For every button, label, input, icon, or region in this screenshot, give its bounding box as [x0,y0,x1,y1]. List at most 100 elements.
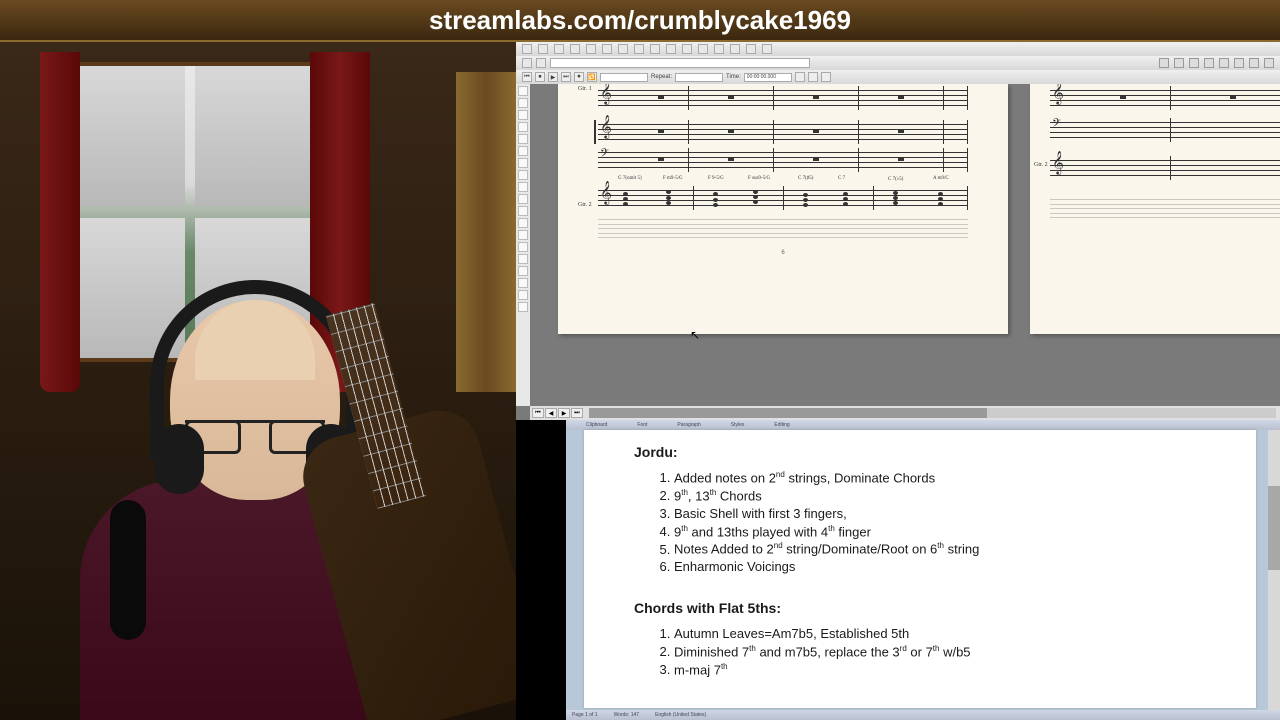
tool-button[interactable] [538,44,548,54]
rest-button[interactable] [518,146,528,156]
ribbon-tab[interactable]: Clipboard [586,422,607,428]
tool-button[interactable] [730,44,740,54]
chord-notes[interactable] [803,190,811,206]
word-processor: Clipboard Font Paragraph Styles Editing … [566,420,1280,720]
dynamic-button[interactable] [518,242,528,252]
click-button[interactable] [808,72,818,82]
half-note-button[interactable] [518,98,528,108]
staff-bass[interactable]: 𝄢 [1050,118,1280,142]
tool-button[interactable] [570,44,580,54]
chord-notes[interactable] [893,190,901,206]
tool-button[interactable] [634,44,644,54]
search-input[interactable] [550,58,810,68]
document-page[interactable]: Jordu: Added notes on 2nd strings, Domin… [584,430,1256,708]
whole-note-button[interactable] [518,86,528,96]
tool-button[interactable] [586,44,596,54]
tool-button[interactable] [714,44,724,54]
chord-notes[interactable] [938,190,946,206]
symbol-button[interactable] [518,266,528,276]
tool-button[interactable] [746,44,756,54]
streamer [50,260,470,720]
scroll-thumb[interactable] [1268,486,1280,570]
score-viewport[interactable]: Gtr. 1 Gtr. 2 𝄞 [530,84,1280,406]
tuplet-button[interactable] [518,218,528,228]
articulation-button[interactable] [518,230,528,240]
scroll-thumb[interactable] [589,408,987,418]
loop-button[interactable]: 🔁 [587,72,597,82]
eighth-note-button[interactable] [518,122,528,132]
record-button[interactable]: ⏺ [574,72,584,82]
ribbon-tab[interactable]: Paragraph [677,422,700,428]
dot-button[interactable] [518,206,528,216]
stop-button[interactable]: ⏹ [535,72,545,82]
score-page-1[interactable]: Gtr. 1 Gtr. 2 𝄞 [558,84,1008,334]
flat-button[interactable] [518,170,528,180]
playback-toolbar: ⏮ ⏹ ▶ ⏭ ⏺ 🔁 Repeat: Time: 00:00:00.000 [516,70,1280,84]
staff-treble[interactable]: 𝄞 [1050,156,1280,180]
tool-icon[interactable] [1219,58,1229,68]
staff-treble[interactable]: 𝄞 [1050,86,1280,110]
tool-icon[interactable] [1234,58,1244,68]
mixer-button[interactable] [821,72,831,82]
tab-staff[interactable] [1050,198,1280,222]
list-item: 9th and 13ths played with 4th finger [674,524,1206,541]
forward-button[interactable]: ⏭ [561,72,571,82]
tool-icon[interactable] [1189,58,1199,68]
list-item: 9th, 13th Chords [674,488,1206,505]
last-page-button[interactable]: ⏭ [571,408,583,418]
next-page-button[interactable]: ▶ [558,408,570,418]
staff-chords[interactable]: 𝄞 G 7(omit 5) F m9-5/G F 9-5/G F sus9-5/… [598,186,968,210]
prev-page-button[interactable]: ◀ [545,408,557,418]
tool-button[interactable] [682,44,692,54]
tempo-field[interactable] [600,73,648,82]
tool-button[interactable] [602,44,612,54]
staff-treble[interactable]: 𝄞 [598,120,968,144]
chord-notes[interactable] [713,190,721,206]
tool-button[interactable] [554,44,564,54]
tool-button[interactable] [650,44,660,54]
timecode-field[interactable]: 00:00:00.000 [744,73,792,82]
tool-button[interactable] [518,278,528,288]
sharp-button[interactable] [518,158,528,168]
chord-notes[interactable] [666,190,674,206]
ribbon-tab[interactable]: Font [637,422,647,428]
tab-staff[interactable] [598,218,968,242]
back-button[interactable] [522,58,532,68]
microphone-icon [110,500,146,640]
scroll-track[interactable] [589,408,1276,418]
repeat-field[interactable] [675,73,723,82]
wand-icon[interactable] [1159,58,1169,68]
text-button[interactable] [518,254,528,264]
staff-bass[interactable]: 𝄢 [598,148,968,172]
tool-button[interactable] [666,44,676,54]
metronome-button[interactable] [795,72,805,82]
play-button[interactable]: ▶ [548,72,558,82]
ribbon-tab[interactable]: Editing [774,422,789,428]
list-item: Enharmonic Voicings [674,559,1206,576]
chord-notes[interactable] [623,190,631,206]
tool-button[interactable] [518,290,528,300]
horizontal-scrollbar[interactable]: ⏮ ◀ ▶ ⏭ [530,406,1280,420]
tool-button[interactable] [762,44,772,54]
staff-treble[interactable]: 𝄞 [598,86,968,110]
chord-notes[interactable] [843,190,851,206]
quarter-note-button[interactable] [518,110,528,120]
tool-icon[interactable] [1174,58,1184,68]
search-icon[interactable] [536,58,546,68]
settings-icon[interactable] [1249,58,1259,68]
tool-button[interactable] [698,44,708,54]
natural-button[interactable] [518,182,528,192]
chord-notes[interactable] [753,190,761,206]
chevron-down-icon[interactable] [518,302,528,312]
sixteenth-note-button[interactable] [518,134,528,144]
home-button[interactable] [522,44,532,54]
vertical-scrollbar[interactable] [1268,430,1280,710]
first-page-button[interactable]: ⏮ [532,408,544,418]
tool-button[interactable] [618,44,628,54]
ribbon-tab[interactable]: Styles [731,422,745,428]
score-page-2[interactable]: 𝄞 𝄢 Gtr. 2 𝄞 [1030,84,1280,334]
tie-button[interactable] [518,194,528,204]
tool-icon[interactable] [1204,58,1214,68]
tool-icon[interactable] [1264,58,1274,68]
rewind-button[interactable]: ⏮ [522,72,532,82]
